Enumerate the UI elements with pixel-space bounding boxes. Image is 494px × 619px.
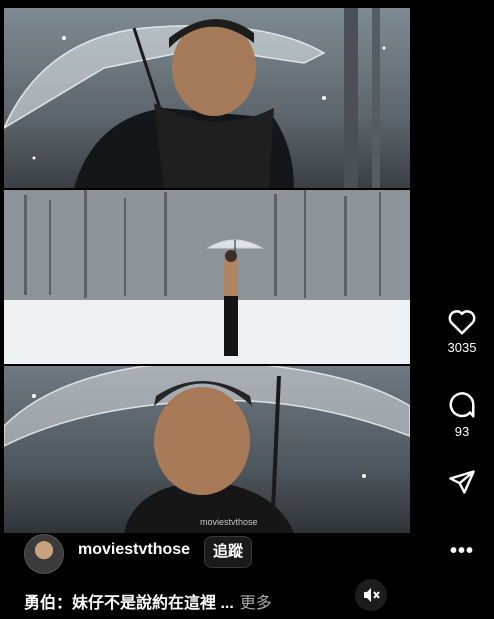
video-frame-middle (4, 190, 410, 364)
mute-button[interactable] (355, 579, 387, 611)
share-button[interactable] (430, 468, 494, 496)
heart-icon (448, 310, 476, 335)
caption: 勇伯：妹仔不是說約在這裡 ... 更多 (24, 589, 272, 613)
comment-bubble-icon (449, 392, 475, 418)
like-button[interactable]: 3035 (430, 308, 494, 355)
reel-video[interactable]: moviestvthose (4, 0, 410, 533)
video-frame-top (4, 8, 410, 188)
avatar[interactable] (24, 534, 64, 574)
caption-text: 勇伯：妹仔不是說約在這裡 ... (24, 595, 234, 612)
speaker-muted-icon (364, 588, 380, 602)
caption-more-link[interactable]: 更多 (240, 595, 272, 612)
author-row: moviestvthose 追蹤 ••• (0, 534, 494, 574)
follow-button[interactable]: 追蹤 (204, 536, 253, 568)
like-count: 3035 (447, 340, 477, 355)
comment-button[interactable]: 93 (430, 390, 494, 439)
video-watermark: moviestvthose (200, 517, 258, 527)
send-icon (449, 470, 475, 494)
author-username[interactable]: moviestvthose (78, 541, 190, 559)
comment-count: 93 (454, 424, 470, 439)
more-options-icon[interactable]: ••• (450, 540, 474, 563)
video-frame-bottom (4, 366, 410, 533)
